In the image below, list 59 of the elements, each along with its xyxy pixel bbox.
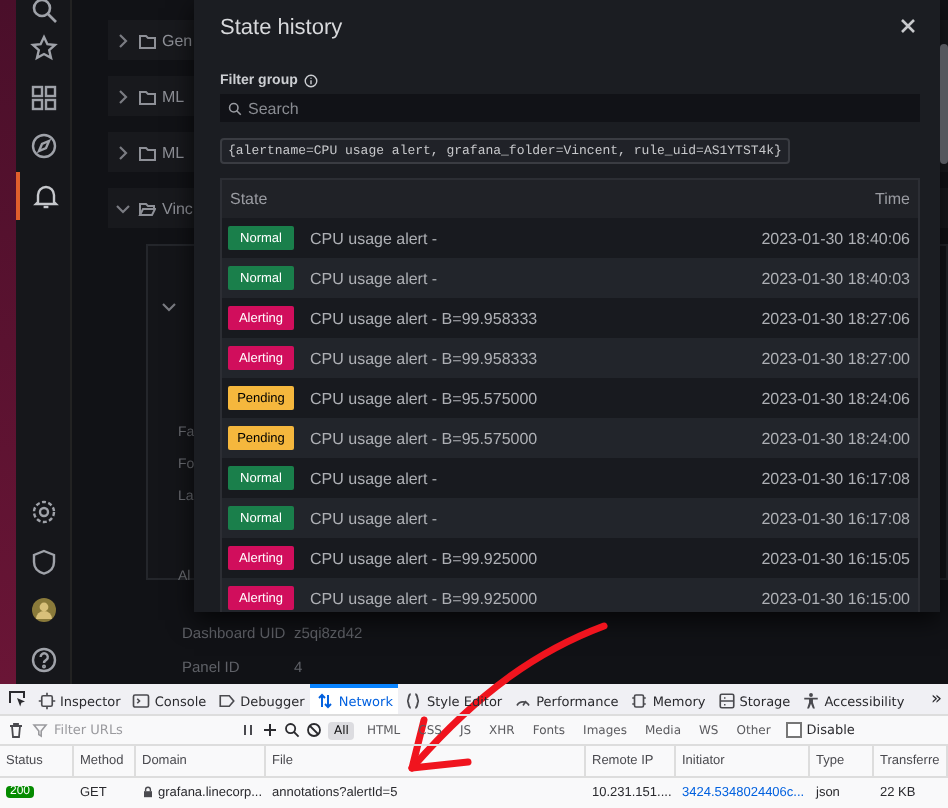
alert-text: CPU usage alert - bbox=[310, 469, 440, 487]
scrollbar-thumb[interactable] bbox=[940, 44, 948, 164]
chevron-down-icon[interactable] bbox=[160, 298, 178, 316]
search-icon[interactable] bbox=[29, 0, 57, 24]
timestamp: 2023-01-30 18:40:03 bbox=[761, 269, 910, 287]
alert-text: CPU usage alert - B=99.925000 bbox=[310, 549, 540, 567]
timestamp: 2023-01-30 18:40:06 bbox=[761, 229, 910, 247]
alert-text: CPU usage alert - bbox=[310, 229, 440, 247]
timestamp: 2023-01-30 18:24:06 bbox=[761, 389, 910, 407]
folder-icon bbox=[138, 87, 156, 105]
alert-text: CPU usage alert - bbox=[310, 509, 440, 527]
lock-icon bbox=[142, 786, 154, 798]
filter-icon bbox=[32, 722, 48, 738]
timestamp: 2023-01-30 18:24:00 bbox=[761, 429, 910, 447]
trash-icon bbox=[8, 722, 24, 738]
more-tools-button[interactable]: » bbox=[924, 684, 948, 714]
timestamp: 2023-01-30 18:27:00 bbox=[761, 349, 910, 367]
network-arrows-icon bbox=[316, 692, 335, 710]
folder-icon bbox=[138, 31, 156, 49]
info-icon[interactable] bbox=[303, 74, 318, 88]
compass-icon[interactable] bbox=[29, 132, 57, 161]
gear-icon[interactable] bbox=[29, 498, 57, 527]
alert-text: CPU usage alert - B=99.925000 bbox=[310, 589, 540, 607]
alert-text: CPU usage alert - B=99.958333 bbox=[310, 349, 540, 367]
folder-icon bbox=[138, 199, 156, 217]
storage-icon bbox=[717, 692, 736, 710]
star-icon[interactable] bbox=[29, 34, 57, 63]
alert-text: CPU usage alert - B=95.575000 bbox=[310, 429, 540, 447]
debugger-icon bbox=[218, 692, 237, 710]
dialog-title: State history bbox=[220, 16, 343, 40]
clear-button[interactable] bbox=[6, 722, 26, 738]
help-icon[interactable] bbox=[29, 645, 57, 674]
timestamp: 2023-01-30 18:27:06 bbox=[761, 309, 910, 327]
search-icon[interactable] bbox=[284, 722, 300, 738]
bell-icon[interactable] bbox=[31, 181, 59, 210]
close-icon bbox=[900, 18, 916, 34]
alert-text: CPU usage alert - B=99.958333 bbox=[310, 309, 540, 327]
inspector-icon bbox=[38, 692, 56, 710]
accessibility-icon bbox=[802, 692, 821, 710]
shield-icon[interactable] bbox=[29, 547, 57, 576]
timestamp: 2023-01-30 16:17:08 bbox=[761, 509, 910, 527]
folder-icon bbox=[138, 143, 156, 161]
timestamp: 2023-01-30 16:15:05 bbox=[761, 549, 910, 567]
chip-icon bbox=[630, 692, 649, 710]
avatar-icon[interactable] bbox=[29, 596, 57, 625]
alert-text: CPU usage alert - bbox=[310, 269, 440, 287]
column-header: Time bbox=[875, 190, 910, 208]
timestamp: 2023-01-30 16:15:00 bbox=[761, 589, 910, 607]
plus-icon[interactable] bbox=[262, 722, 278, 738]
braces-icon bbox=[404, 692, 423, 710]
search-field[interactable]: Search bbox=[220, 94, 920, 122]
pause-icon[interactable] bbox=[240, 722, 256, 738]
grid-icon[interactable] bbox=[29, 83, 57, 112]
column-header: State bbox=[230, 190, 268, 208]
block-icon[interactable] bbox=[306, 722, 322, 738]
alert-text: CPU usage alert - B=95.575000 bbox=[310, 389, 540, 407]
console-icon bbox=[132, 692, 151, 710]
timestamp: 2023-01-30 16:17:08 bbox=[761, 469, 910, 487]
pick-element-icon[interactable] bbox=[7, 690, 25, 708]
